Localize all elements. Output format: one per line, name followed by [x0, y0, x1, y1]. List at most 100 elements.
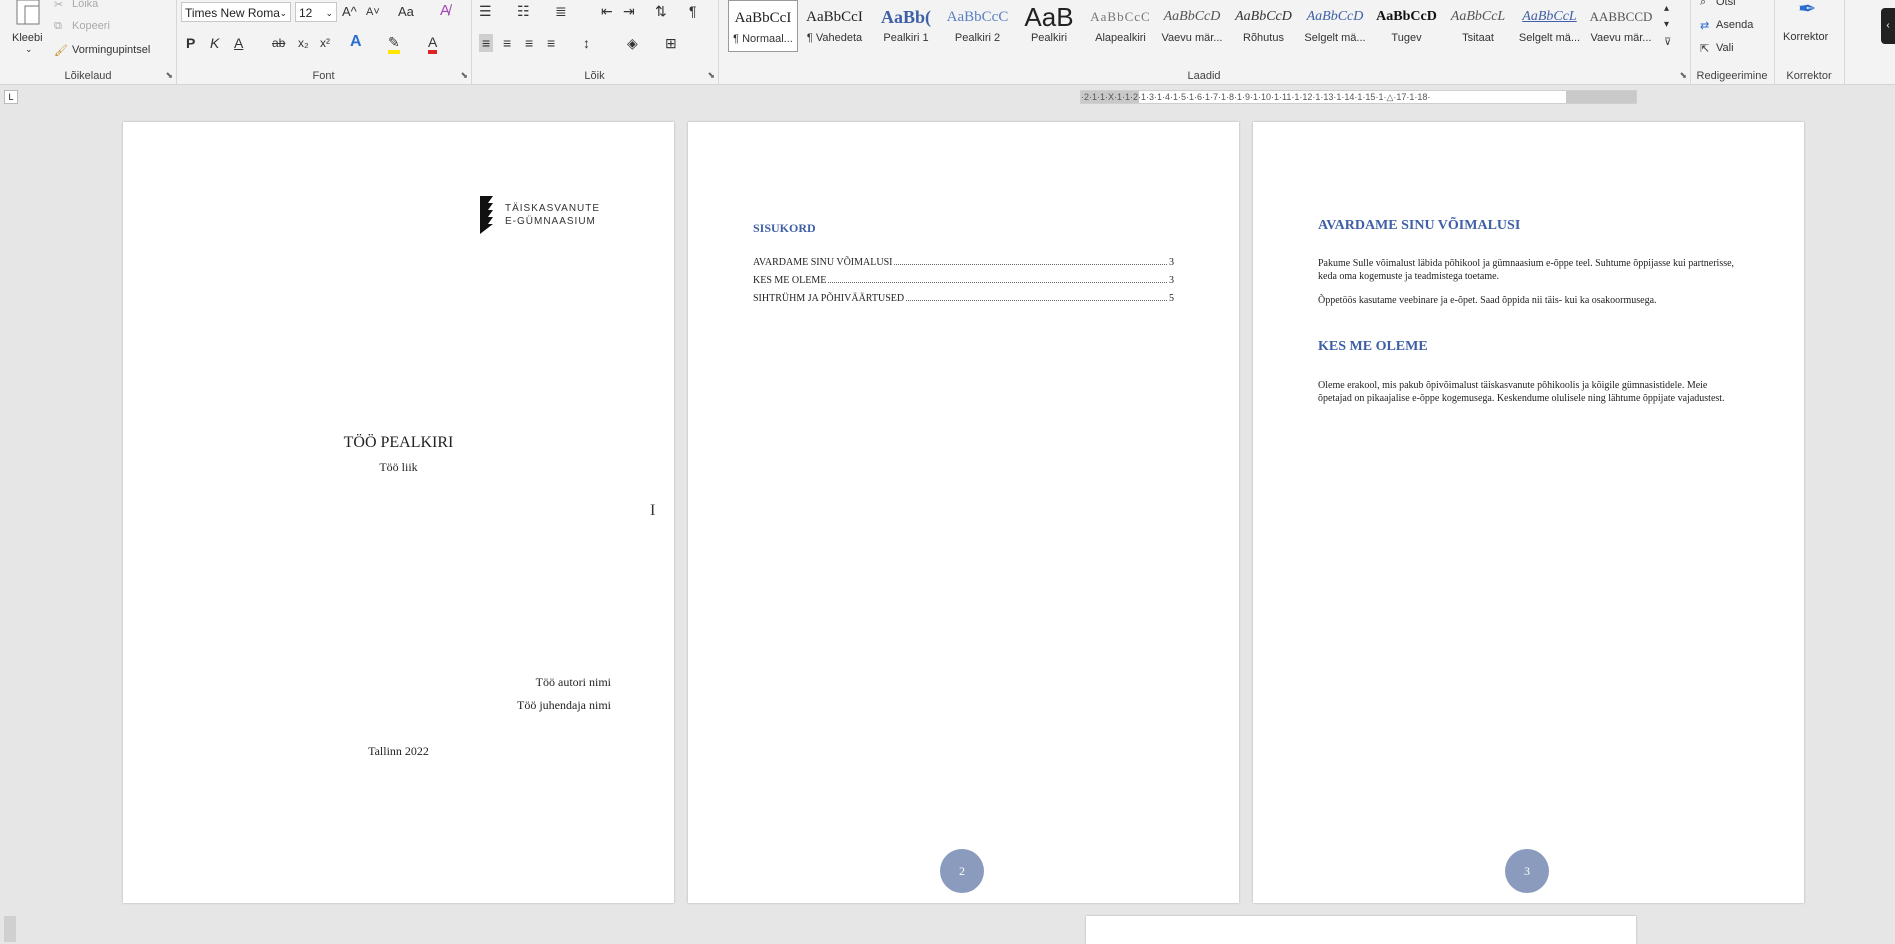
toc-heading: SISUKORD — [753, 221, 816, 235]
dialog-launcher-icon[interactable]: ⬊ — [1679, 70, 1687, 81]
logo-text-line1: TÄISKASVANUTE — [505, 203, 601, 214]
paste-button[interactable]: Kleebi ⌄ — [8, 0, 48, 62]
styles-group-label: Laadid — [1187, 70, 1221, 82]
strikethrough-button[interactable]: ab — [272, 34, 285, 52]
style-item[interactable]: AaBbCcD Vaevu mär... — [1157, 0, 1227, 52]
toc-leader-dots — [828, 282, 1167, 283]
chevron-down-icon: ⌄ — [25, 44, 33, 54]
place-year: Tallinn 2022 — [368, 744, 429, 758]
horizontal-ruler[interactable]: ·2·1·1·X·1·1·2·1·3·1·4·1·5·1·6·1·7·1·8·1… — [1080, 90, 1637, 104]
style-sample: AaB — [1024, 2, 1074, 32]
toc-leader-dots — [894, 264, 1167, 265]
multilevel-list-icon[interactable]: ≣ — [555, 2, 567, 20]
toc-entry[interactable]: SIHTRÜHM JA PÕHIVÄÄRTUSED 5 — [753, 293, 1174, 304]
find-label: Otsi — [1716, 0, 1736, 8]
dialog-launcher-icon[interactable]: ⬊ — [165, 70, 173, 81]
font-family-select[interactable]: Times New Roma ⌄ — [181, 2, 291, 22]
toc-entry-title: AVARDAME SINU VÕIMALUSI — [753, 257, 893, 268]
superscript-button[interactable]: x² — [320, 34, 330, 52]
style-sample: AaBbCcD — [1163, 9, 1221, 24]
style-item[interactable]: AaBbCcL Selgelt mä... — [1515, 0, 1585, 52]
style-item[interactable]: AaBb( Pealkiri 1 — [871, 0, 941, 52]
style-name: Pealkiri 2 — [954, 32, 1001, 44]
toc-leader-dots — [906, 300, 1167, 301]
sort-icon[interactable]: ⇅ — [655, 2, 667, 20]
toc-entry[interactable]: KES ME OLEME 3 — [753, 275, 1174, 286]
style-name: Vaevu mär... — [1161, 32, 1223, 44]
align-right-icon[interactable]: ≡ — [525, 34, 533, 52]
shrink-font-button[interactable]: A˅ — [366, 3, 380, 21]
find-button[interactable]: ⌕ Otsi — [1700, 0, 1770, 12]
style-item[interactable]: AaBbCcI ¶ Vahedeta — [800, 0, 870, 52]
shading-icon[interactable]: ◈ — [627, 34, 638, 52]
page-1[interactable]: TÄISKASVANUTE E-GÜMNAASIUM TÖÖ PEALKIRI … — [123, 122, 674, 903]
text-effects-icon[interactable]: A — [350, 33, 362, 51]
toc-entry-page: 3 — [1169, 257, 1174, 268]
decrease-indent-icon[interactable]: ⇤ — [601, 2, 613, 20]
style-name: Pealkiri 1 — [883, 32, 929, 44]
bold-button[interactable]: P — [186, 34, 195, 52]
bullets-icon[interactable]: ☰ — [479, 2, 492, 20]
style-item[interactable]: AABBCCD Vaevu mär... — [1586, 0, 1656, 52]
align-center-icon[interactable]: ≡ — [503, 34, 511, 52]
subscript-button[interactable]: x₂ — [298, 34, 309, 52]
logo: TÄISKASVANUTE E-GÜMNAASIUM — [479, 196, 619, 236]
cursor-arrow-icon: ⇱ — [1700, 43, 1710, 55]
style-item[interactable]: AaBbCcC Alapealkiri — [1086, 0, 1156, 52]
style-sample: AaBbCcD — [1376, 9, 1437, 24]
scroll-indicator[interactable] — [4, 916, 16, 942]
editor-label: Korrektor — [1783, 31, 1829, 43]
font-color-icon[interactable]: A — [428, 33, 438, 54]
search-icon: ⌕ — [1700, 0, 1707, 8]
justify-icon[interactable]: ≡ — [547, 34, 555, 52]
pilcrow-icon[interactable]: ¶ — [689, 2, 697, 20]
clear-formatting-icon[interactable]: A̸ — [440, 2, 450, 20]
paragraph: Pakume Sulle võimalust läbida põhikool j… — [1318, 258, 1735, 282]
cut-button[interactable]: ✂ Lõika — [54, 0, 164, 14]
copy-button[interactable]: ⧉ Kopeeri — [54, 20, 164, 36]
ruler-scale: ·2·1·1·X·1·1·2·1·3·1·4·1·5·1·6·1·7·1·8·1… — [1081, 92, 1431, 102]
style-item[interactable]: AaBbCcD Tugev — [1372, 0, 1442, 52]
editor-button[interactable]: ✒ Korrektor — [1778, 0, 1840, 50]
paragraph: Õppetöös kasutame veebinare ja e-õpet. S… — [1318, 295, 1657, 306]
tab-selector-icon[interactable]: L — [4, 90, 18, 104]
dialog-launcher-icon[interactable]: ⬊ — [460, 70, 468, 81]
underline-button[interactable]: A — [234, 34, 243, 52]
italic-button[interactable]: K — [210, 34, 219, 52]
style-name: Pealkiri — [1030, 32, 1068, 44]
style-name: ¶ Vahedeta — [806, 32, 863, 44]
highlight-icon[interactable]: ✎ — [388, 33, 400, 54]
change-case-button[interactable]: Aa — [398, 3, 414, 21]
format-painter-button[interactable]: 🖌 Vormingupintsel — [54, 44, 170, 60]
numbering-icon[interactable]: ☷ — [517, 2, 530, 20]
style-item[interactable]: AaBbCcD Rõhutus — [1229, 0, 1299, 52]
toc-entry[interactable]: AVARDAME SINU VÕIMALUSI 3 — [753, 257, 1174, 268]
line-spacing-icon[interactable]: ↕ — [583, 34, 590, 52]
align-left-icon[interactable]: ≡ — [479, 34, 494, 52]
grow-font-button[interactable]: A^ — [342, 3, 357, 21]
style-item[interactable]: AaBbCcL Tsitaat — [1443, 0, 1513, 52]
style-sample: AaBb( — [880, 7, 931, 27]
collapse-panel-button[interactable]: ‹ — [1881, 8, 1895, 44]
document-subtitle: Töö liik — [379, 460, 418, 474]
style-item[interactable]: AaBbCcD Selgelt mä... — [1300, 0, 1370, 52]
style-item[interactable]: AaBbCcI ¶ Normaal... — [728, 0, 798, 52]
style-item[interactable]: AaBbCcC Pealkiri 2 — [943, 0, 1013, 52]
increase-indent-icon[interactable]: ⇥ — [623, 2, 635, 20]
font-size-select[interactable]: 12 ⌄ — [295, 2, 337, 22]
borders-icon[interactable]: ⊞ — [665, 34, 677, 52]
select-button[interactable]: ⇱ Vali — [1700, 42, 1770, 58]
page-4-top[interactable] — [1086, 916, 1636, 944]
scroll-down-icon[interactable]: ▾ — [1664, 16, 1669, 34]
clipboard-group: Kleebi ⌄ ✂ Lõika ⧉ Kopeeri 🖌 Vormingupin… — [0, 0, 177, 84]
more-styles-icon[interactable]: ⊽ — [1664, 34, 1671, 52]
font-size-value: 12 — [299, 6, 313, 20]
page-3[interactable]: AVARDAME SINU VÕIMALUSI Pakume Sulle või… — [1253, 122, 1804, 903]
font-group: Times New Roma ⌄ 12 ⌄ A^ A˅ Aa A̸ P K A … — [176, 0, 472, 84]
dialog-launcher-icon[interactable]: ⬊ — [707, 70, 715, 81]
paragraph-group-label: Lõik — [584, 70, 605, 82]
replace-button[interactable]: ⇄ Asenda — [1700, 19, 1770, 35]
style-item[interactable]: AaB Pealkiri — [1014, 0, 1084, 52]
proofing-group-label: Korrektor — [1786, 70, 1832, 82]
page-2[interactable]: SISUKORD AVARDAME SINU VÕIMALUSI 3 KES ME … — [688, 122, 1239, 903]
